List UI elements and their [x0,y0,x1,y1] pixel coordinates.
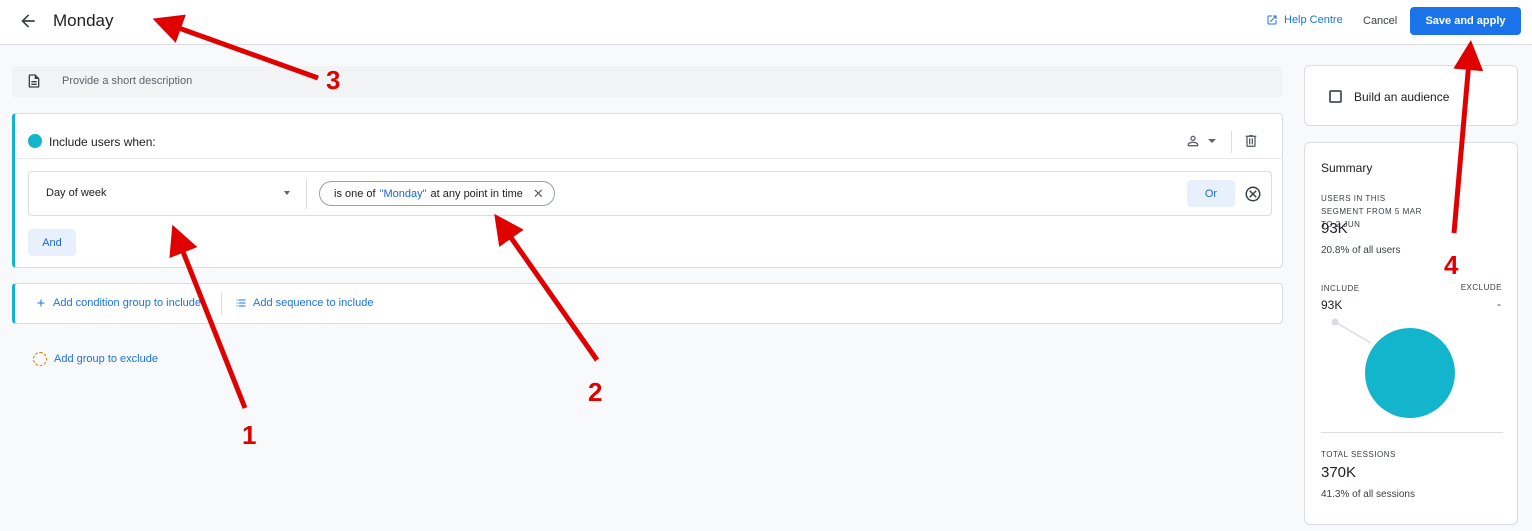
annotation-number-1: 1 [242,420,256,450]
document-icon [28,74,40,88]
top-bar: Monday Help Centre Cancel Save and apply [0,0,1532,45]
summary-card: Summary USERS IN THIS SEGMENT FROM 5 MAR… [1304,142,1518,525]
segment-color-dot [28,134,42,148]
help-centre-link[interactable]: Help Centre [1266,14,1343,26]
dimension-dropdown-icon[interactable] [284,191,290,195]
page-title: Monday [53,11,114,30]
audience-card: Build an audience [1304,65,1518,126]
description-field[interactable]: Provide a short description [12,66,1282,97]
condition-chip[interactable]: is one of "Monday" at any point in time … [319,181,555,206]
help-centre-label: Help Centre [1284,14,1343,26]
add-sequence-label: Add sequence to include [253,297,374,309]
description-placeholder: Provide a short description [62,75,193,87]
divider [221,293,222,315]
back-arrow-icon[interactable] [18,11,38,31]
list-icon [236,299,246,307]
chip-suffix: at any point in time [430,187,523,200]
include-users-label: Include users when: [49,135,156,149]
dashed-circle-icon [33,352,47,366]
or-button[interactable]: Or [1187,180,1235,207]
summary-title: Summary [1321,161,1373,175]
sessions-caption: TOTAL SESSIONS [1321,450,1396,459]
divider [306,179,307,209]
plus-icon [37,299,45,307]
add-exclude-label: Add group to exclude [54,353,158,365]
divider [1321,432,1503,433]
pie-include-slice [1365,328,1455,418]
include-value: 93K [1321,298,1343,312]
sessions-percentage: 41.3% of all sessions [1321,489,1415,500]
build-audience-label: Build an audience [1354,90,1450,104]
add-condition-group-button[interactable]: Add condition group to include [35,297,201,309]
chevron-down-icon [1208,139,1216,143]
dimension-select[interactable]: Day of week [46,187,107,199]
add-condition-group-label: Add condition group to include [53,297,201,309]
trash-icon[interactable] [1243,133,1259,149]
build-audience-checkbox[interactable] [1329,90,1342,103]
segment-pie-chart [1331,318,1455,418]
add-exclude-group-button[interactable]: Add group to exclude [33,352,158,366]
add-actions-bar: Add condition group to include Add seque… [12,283,1283,324]
pie-leader-dot [1331,318,1339,326]
open-in-new-icon [1267,15,1277,25]
chip-value: "Monday" [379,187,427,200]
exclude-value: - [1497,297,1501,311]
include-condition-group: Include users when: Day of week is one o… [12,113,1283,268]
add-sequence-button[interactable]: Add sequence to include [235,297,373,309]
close-icon[interactable]: ✕ [533,186,544,202]
and-button[interactable]: And [28,229,76,256]
scope-selector[interactable] [1185,133,1217,149]
users-value: 93K [1321,220,1348,237]
sessions-value: 370K [1321,464,1357,481]
users-percentage: 20.8% of all users [1321,245,1401,256]
cancel-button[interactable]: Cancel [1363,15,1397,27]
cancel-circle-icon[interactable] [1244,185,1262,203]
exclude-label: EXCLUDE [1460,283,1502,292]
person-icon [1187,135,1199,147]
include-label: INCLUDE [1321,284,1360,293]
annotation-number-2: 2 [588,377,602,407]
divider [1231,131,1232,153]
save-and-apply-button[interactable]: Save and apply [1410,7,1521,35]
condition-row: Day of week is one of "Monday" at any po… [28,171,1272,216]
pie-leader-line [1334,321,1372,344]
chip-prefix: is one of [334,187,376,200]
group-header: Include users when: [15,114,1282,159]
